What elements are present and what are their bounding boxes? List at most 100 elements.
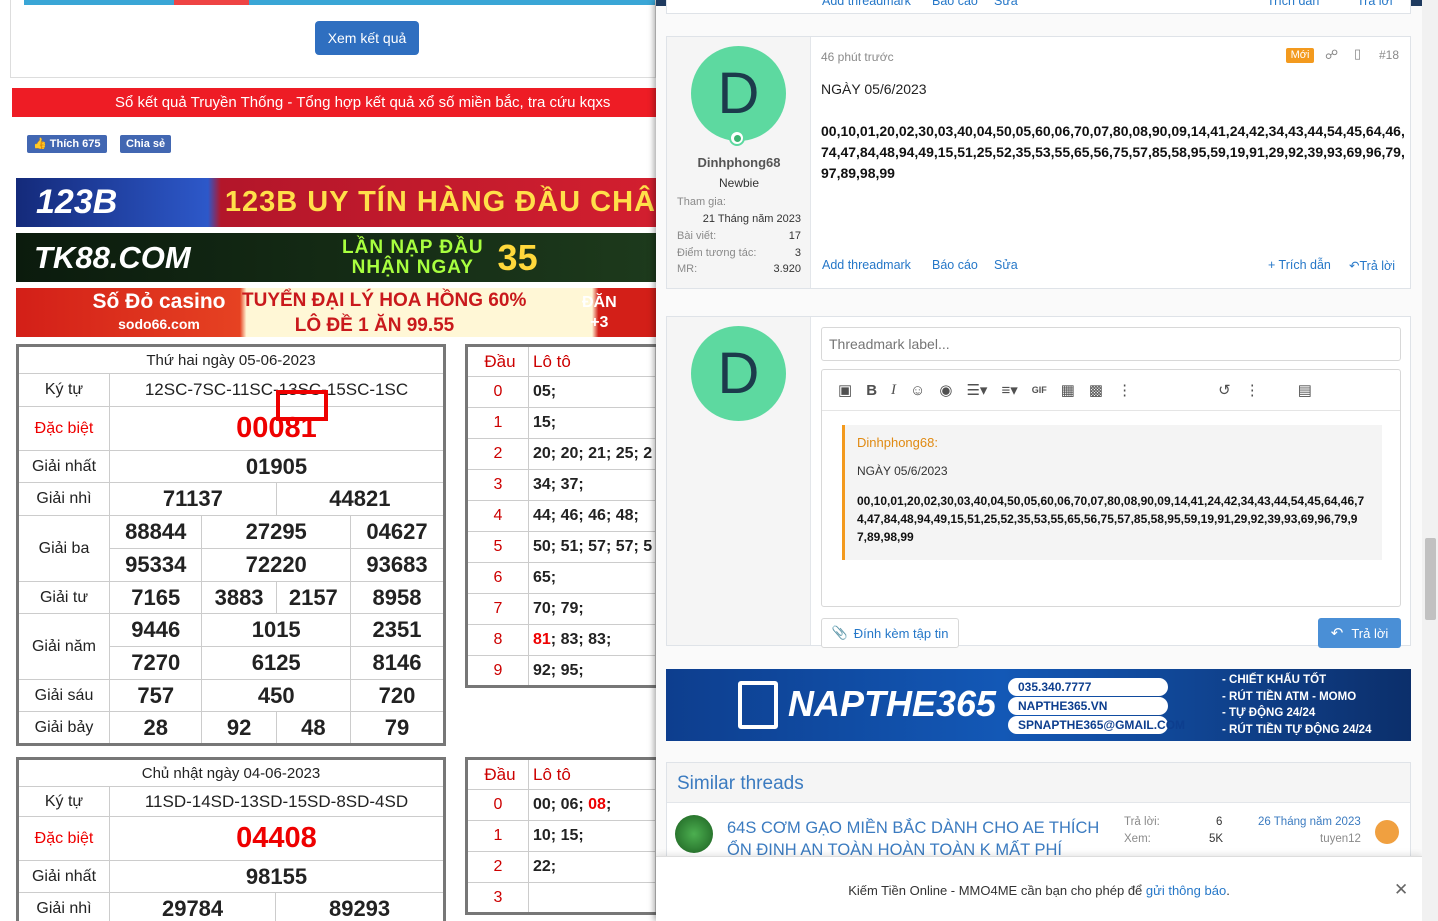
post-reply-button[interactable]: ↶ Trả lời: [1318, 618, 1401, 648]
prev-quote-link[interactable]: Trích dẫn: [1267, 0, 1319, 8]
seventh-prize: 28: [108, 711, 203, 745]
loto-values: 10; 15;: [528, 820, 656, 852]
results-table-0506: Thứ hai ngày 05-06-2023 Ký tự 12SC-7SC-11…: [16, 344, 446, 746]
loto-values: 34; 37;: [528, 469, 656, 501]
prev-edit-link[interactable]: Sửa: [994, 0, 1018, 8]
scrollbar-thumb[interactable]: [1425, 538, 1436, 620]
loto-value-rest: ; 83; 83;: [550, 631, 612, 648]
loto-head: 5: [466, 531, 529, 563]
preview-icon[interactable]: ▤: [1298, 381, 1312, 399]
napthe-feature: - CHIẾT KHẤU TỐT: [1222, 674, 1327, 686]
special-prize: 04408: [109, 816, 445, 861]
attach-file-button[interactable]: 📎 Đính kèm tập tin: [821, 618, 959, 648]
loto-value-highlight: 81: [533, 631, 551, 648]
toolbar-divider: [822, 410, 1400, 411]
sixth-prize: 450: [201, 679, 351, 712]
report-link[interactable]: Báo cáo: [932, 258, 978, 272]
loto-row: 6 65;: [466, 562, 656, 594]
loto-row: 0 05;: [466, 376, 656, 408]
fb-share-button[interactable]: Chia sẻ: [120, 135, 172, 153]
media-icon[interactable]: ▩: [1089, 381, 1103, 399]
loto-row: 7 70; 79;: [466, 593, 656, 625]
more-icon[interactable]: ⋮: [1117, 381, 1132, 399]
loto-row: 9 92; 95;: [466, 655, 656, 687]
enable-notifications-link[interactable]: gửi thông báo: [1146, 883, 1226, 898]
last-user-avatar[interactable]: [1375, 820, 1399, 844]
undo-icon[interactable]: ↺: [1218, 381, 1231, 399]
edit-link[interactable]: Sửa: [994, 258, 1018, 272]
quote-date: NGÀY 05/6/2023: [857, 464, 948, 478]
stat-mr-value: 3.920: [773, 263, 801, 275]
loto-values: 22;: [528, 851, 656, 883]
loto-values: 65;: [528, 562, 656, 594]
fb-like-button[interactable]: 👍 Thích 675: [27, 135, 107, 153]
napthe-feature: - RÚT TIỀN TỰ ĐỘNG 24/24: [1222, 723, 1372, 736]
page-scrollbar[interactable]: [1422, 0, 1438, 921]
reply-user-pane: D: [667, 317, 811, 645]
napthe-logo-mark: [738, 681, 778, 729]
label-giai-bay: Giải bảy: [17, 711, 110, 745]
image-icon[interactable]: ▦: [1061, 381, 1075, 399]
user-avatar[interactable]: D: [691, 46, 786, 141]
third-prize: 04627: [349, 515, 446, 549]
thread-date[interactable]: 26 Tháng năm 2023: [1258, 816, 1361, 828]
third-prize: 88844: [108, 515, 203, 549]
post-time[interactable]: 46 phút trước: [821, 50, 894, 64]
label-giai-nhi: Giải nhì: [17, 892, 110, 921]
emoji-icon[interactable]: ☺: [910, 382, 925, 399]
loto-head: 9: [466, 655, 529, 687]
align-icon[interactable]: ☰▾: [966, 381, 987, 399]
loto-values: 05;: [528, 376, 656, 408]
loto-values: 20; 20; 21; 25; 2: [528, 438, 656, 470]
loto-row: 1 10; 15;: [466, 820, 656, 852]
fourth-prize: 7165: [108, 581, 203, 614]
editor-box[interactable]: ▣ B I ☺ ◉ ☰▾ ≡▾ GIF ▦ ▩ ⋮ ↺ ⋮ ▤ Dinhphon…: [821, 369, 1401, 607]
banner-tk88[interactable]: TK88.COM LẦN NẠP ĐẦU NHẬN NGAY 35: [16, 233, 656, 282]
banner-sodo-name: Số Đỏ casino: [92, 289, 226, 313]
loto-value-rest: 50; 51; 57; 57; 5: [533, 538, 653, 555]
banner-sodo-text: TUYỂN ĐẠI LÝ HOA HỒNG 60% LÔ ĐỀ 1 ĂN 99.…: [242, 288, 582, 337]
previous-post-actions: Add threadmark Báo cáo Sửa Trích dẫn Trả…: [666, 0, 1411, 14]
banner-sodo-corner: ĐĂN +3: [582, 293, 617, 333]
loto-head: 1: [466, 407, 529, 439]
threadmark-label-input[interactable]: [821, 327, 1401, 361]
username[interactable]: Dinhphong68: [667, 155, 811, 170]
reply-button-label: Trả lời: [1351, 625, 1389, 641]
banner-123b[interactable]: 123B 123B UY TÍN HÀNG ĐẦU CHÂ: [16, 178, 656, 227]
prev-reply-link[interactable]: Trả lời: [1357, 0, 1393, 8]
thread-thumbnail[interactable]: [675, 815, 713, 853]
view-results-button[interactable]: Xem kết quả: [315, 21, 419, 55]
loto-head: 8: [466, 624, 529, 656]
add-threadmark-link[interactable]: Add threadmark: [822, 258, 911, 272]
stat-mr: MR: 3.920: [677, 263, 801, 275]
similar-thread-title[interactable]: 64S CƠM GẠO MIỀN BẮC DÀNH CHO AE THÍCH Ổ…: [727, 817, 1107, 861]
palette-icon[interactable]: ◉: [939, 381, 952, 399]
source-icon[interactable]: ▣: [838, 381, 852, 399]
loto-values: 50; 51; 57; 57; 5: [528, 531, 656, 563]
more-options-icon[interactable]: ⋮: [1245, 381, 1260, 399]
reply-link[interactable]: ↶Trả lời: [1349, 258, 1395, 273]
close-icon[interactable]: ✕: [1394, 880, 1408, 900]
share-icon[interactable]: ☍: [1325, 47, 1338, 63]
reply-arrow-icon: ↶: [1330, 625, 1344, 642]
thread-last-user[interactable]: tuyen12: [1320, 833, 1361, 845]
prev-report-link[interactable]: Báo cáo: [932, 0, 978, 8]
napthe365-ad-banner[interactable]: NAPTHE365 035.340.7777 NAPTHE365.VN SPNA…: [666, 669, 1411, 741]
quote-author[interactable]: Dinhphong68:: [857, 435, 1370, 450]
second-prize: 44821: [275, 482, 446, 516]
bookmark-icon[interactable]: ▯: [1354, 46, 1361, 62]
new-badge: Mới: [1286, 48, 1314, 63]
list-icon[interactable]: ≡▾: [1001, 381, 1017, 399]
banner-sodo-logo: Số Đỏ casino sodo66.com: [16, 289, 242, 335]
gif-icon[interactable]: GIF: [1032, 385, 1047, 395]
similar-threads-heading: Similar threads: [667, 763, 1410, 803]
fifth-prize: 9446: [108, 613, 203, 647]
italic-icon[interactable]: I: [891, 382, 896, 399]
fifth-prize: 2351: [349, 613, 446, 647]
post-number[interactable]: #18: [1379, 48, 1399, 62]
loto-row: 2 22;: [466, 851, 656, 883]
bold-icon[interactable]: B: [866, 382, 877, 399]
prev-add-threadmark[interactable]: Add threadmark: [822, 0, 911, 8]
banner-sodo66[interactable]: Số Đỏ casino sodo66.com TUYỂN ĐẠI LÝ HOA …: [16, 288, 656, 337]
quote-link[interactable]: + Trích dẫn: [1268, 258, 1331, 272]
